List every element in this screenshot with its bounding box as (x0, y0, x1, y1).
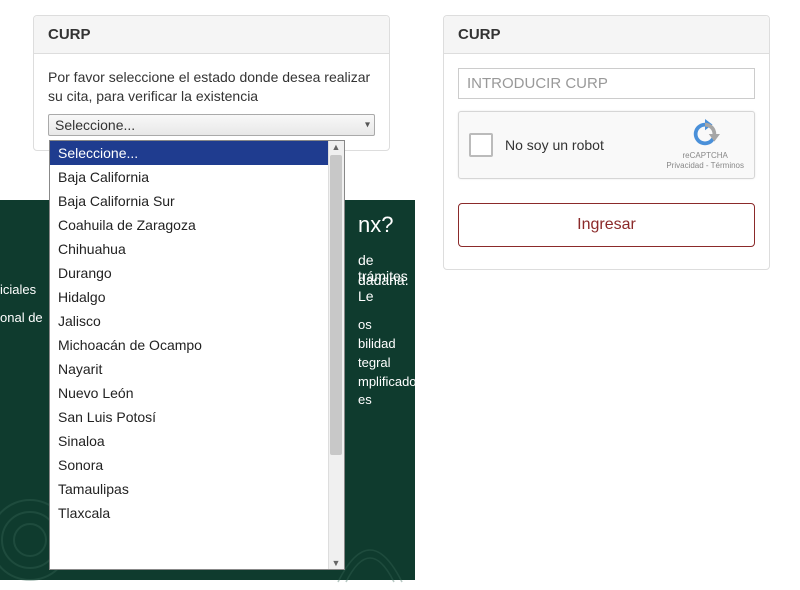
background-text-fragment: iciales (0, 282, 36, 297)
dropdown-option[interactable]: Baja California Sur (50, 189, 344, 213)
dropdown-option[interactable]: Sonora (50, 453, 344, 477)
scroll-down-icon[interactable]: ▼ (328, 558, 344, 568)
recaptcha-terms-link[interactable]: Privacidad - Términos (666, 161, 744, 171)
panel-body: Por favor seleccione el estado donde des… (34, 54, 389, 150)
submit-button[interactable]: Ingresar (458, 203, 755, 247)
dropdown-option[interactable]: Sinaloa (50, 429, 344, 453)
dropdown-option[interactable]: Seleccione... (50, 141, 344, 165)
scroll-up-icon[interactable]: ▲ (328, 142, 344, 152)
state-dropdown-list[interactable]: Seleccione...Baja CaliforniaBaja Califor… (49, 140, 345, 570)
dropdown-option[interactable]: Nuevo León (50, 381, 344, 405)
dropdown-option[interactable]: Baja California (50, 165, 344, 189)
recaptcha-brand-text: reCAPTCHA (666, 151, 744, 161)
dropdown-scrollbar[interactable]: ▲ ▼ (328, 141, 344, 569)
scrollbar-thumb[interactable] (330, 155, 342, 455)
curp-input-panel: CURP No soy un robot reCAPTCHA Privacida… (443, 15, 770, 270)
dropdown-option[interactable]: Jalisco (50, 309, 344, 333)
recaptcha-widget: No soy un robot reCAPTCHA Privacidad - T… (458, 111, 755, 179)
curp-input[interactable] (458, 68, 755, 99)
dropdown-option[interactable]: Tlaxcala (50, 501, 344, 525)
dropdown-option[interactable]: Tamaulipas (50, 477, 344, 501)
background-list-item: bilidad (358, 335, 417, 354)
background-list-item: tegral (358, 354, 417, 373)
background-text-fragment: dadana. Le (358, 272, 415, 304)
recaptcha-icon (690, 119, 720, 149)
background-list-item: os (358, 316, 417, 335)
background-list-item: es (358, 391, 417, 410)
panel-body: No soy un robot reCAPTCHA Privacidad - T… (444, 54, 769, 269)
dropdown-option[interactable]: Chihuahua (50, 237, 344, 261)
dropdown-option[interactable]: Michoacán de Ocampo (50, 333, 344, 357)
background-list-item: mplificado (358, 373, 417, 392)
dropdown-option[interactable]: Coahuila de Zaragoza (50, 213, 344, 237)
background-text-fragment: onal de (0, 310, 43, 325)
dropdown-option[interactable]: Durango (50, 261, 344, 285)
dropdown-option[interactable]: San Luis Potosí (50, 405, 344, 429)
background-heading: nx? (358, 212, 393, 238)
recaptcha-label: No soy un robot (505, 137, 666, 153)
recaptcha-branding: reCAPTCHA Privacidad - Términos (666, 119, 744, 171)
state-select[interactable]: Seleccione... ▾ (48, 114, 375, 136)
background-list-fragments: os bilidad tegral mplificado es (358, 316, 417, 410)
instruction-text: Por favor seleccione el estado donde des… (48, 68, 375, 106)
recaptcha-checkbox[interactable] (469, 133, 493, 157)
panel-title: CURP (34, 16, 389, 54)
curp-state-panel: CURP Por favor seleccione el estado dond… (33, 15, 390, 151)
state-select-value: Seleccione... (55, 117, 135, 133)
dropdown-option[interactable]: Hidalgo (50, 285, 344, 309)
dropdown-option[interactable]: Nayarit (50, 357, 344, 381)
chevron-down-icon: ▾ (365, 119, 370, 130)
panel-title: CURP (444, 16, 769, 54)
